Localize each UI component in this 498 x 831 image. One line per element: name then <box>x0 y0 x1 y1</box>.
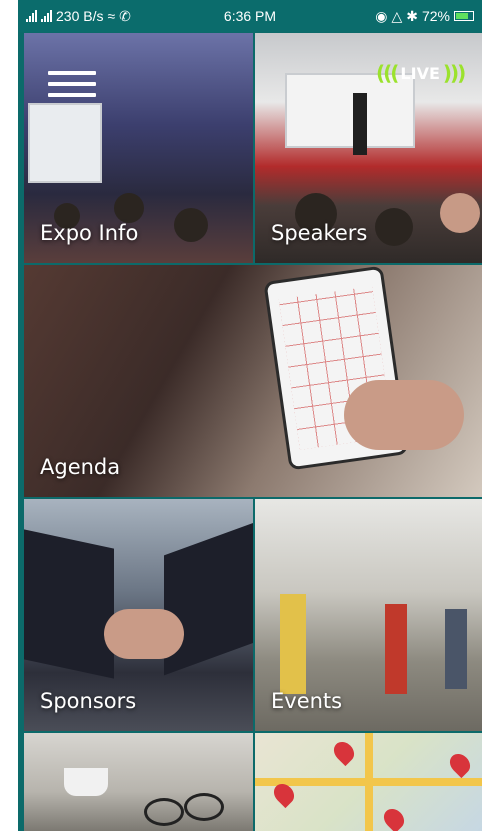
alarm-icon: △ <box>391 7 403 24</box>
tile-lounge[interactable] <box>24 733 253 831</box>
eye-icon: ◉ <box>375 7 388 24</box>
call-icon: ✆ <box>119 7 131 24</box>
projector-screen <box>28 103 102 183</box>
tile-expo-info[interactable]: Expo Info <box>24 33 253 263</box>
crowd-image-3 <box>174 208 208 242</box>
visitor-figure-2 <box>385 604 407 694</box>
crowd-image-2 <box>114 193 144 223</box>
audience-image-2 <box>375 208 413 246</box>
battery-percent: 72% <box>421 8 450 24</box>
glasses-image <box>144 798 184 826</box>
tile-events[interactable]: Events <box>255 499 482 731</box>
tile-label-speakers: Speakers <box>271 221 368 245</box>
hamburger-menu-icon[interactable] <box>48 71 96 97</box>
hand-image <box>344 380 464 450</box>
broadcast-waves-icon-right: ))) <box>442 61 466 85</box>
status-right: ◉ △ ✱ 72% <box>325 8 474 25</box>
suit-sleeve-right <box>164 522 253 676</box>
map-road-2 <box>365 733 373 831</box>
bluetooth-icon: ✱ <box>406 7 418 24</box>
status-bar: 230 B/s ≈ ✆ 6:36 PM ◉ △ ✱ 72% <box>18 0 482 32</box>
map-pin-icon-2 <box>445 749 475 779</box>
status-left: 230 B/s ≈ ✆ <box>26 8 175 25</box>
tile-label-sponsors: Sponsors <box>40 689 137 713</box>
audience-image-3 <box>440 193 480 233</box>
live-badge[interactable]: ((( LIVE ))) <box>376 61 466 85</box>
app-screen: 230 B/s ≈ ✆ 6:36 PM ◉ △ ✱ 72% Expo Info … <box>18 0 482 831</box>
glasses-image-2 <box>184 793 224 821</box>
map-pin-icon <box>329 737 359 767</box>
suit-sleeve-left <box>24 529 114 679</box>
handshake-image <box>104 609 184 659</box>
status-time: 6:36 PM <box>223 8 277 24</box>
tile-label-agenda: Agenda <box>40 455 121 479</box>
tile-agenda[interactable]: Agenda <box>24 265 482 497</box>
wifi-icon: ≈ <box>107 8 116 24</box>
tile-map[interactable] <box>255 733 482 831</box>
coffee-cup-image <box>64 768 108 796</box>
battery-icon <box>453 11 474 21</box>
tile-label-events: Events <box>271 689 343 713</box>
broadcast-waves-icon: ((( <box>376 61 399 85</box>
tile-label-expo-info: Expo Info <box>40 221 139 245</box>
speaker-figure <box>353 93 367 155</box>
network-speed: 230 B/s <box>56 8 104 24</box>
visitor-figure-3 <box>445 609 467 689</box>
tile-sponsors[interactable]: Sponsors <box>24 499 253 731</box>
map-pin-icon-4 <box>379 804 409 831</box>
live-label: LIVE <box>400 63 440 83</box>
signal-icon <box>26 10 37 22</box>
signal-icon-2 <box>41 10 52 22</box>
visitor-figure <box>280 594 306 694</box>
